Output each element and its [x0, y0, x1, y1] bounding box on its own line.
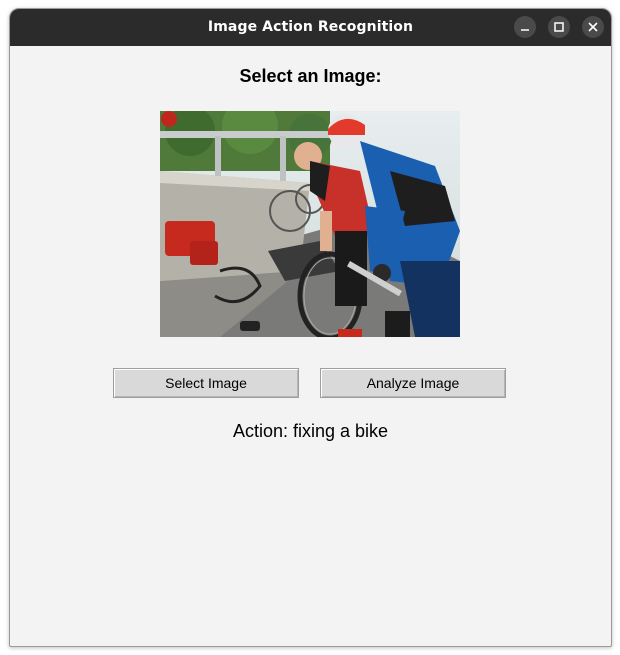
minimize-icon: [521, 29, 529, 31]
close-icon: [588, 22, 598, 32]
main-content: Select an Image: Select Image Analyze Im…: [10, 46, 611, 646]
close-button[interactable]: [582, 16, 604, 38]
analyze-image-button[interactable]: Analyze Image: [320, 368, 506, 398]
title-bar[interactable]: Image Action Recognition: [10, 9, 611, 46]
select-image-button[interactable]: Select Image: [113, 368, 299, 398]
selected-image: [160, 111, 460, 337]
maximize-button[interactable]: [548, 16, 570, 38]
page-heading: Select an Image:: [239, 66, 382, 86]
maximize-icon: [554, 22, 564, 32]
app-window: Image Action Recognition Select an Image…: [9, 8, 612, 647]
minimize-button[interactable]: [514, 16, 536, 38]
action-result-label: Action: fixing a bike: [232, 421, 389, 441]
